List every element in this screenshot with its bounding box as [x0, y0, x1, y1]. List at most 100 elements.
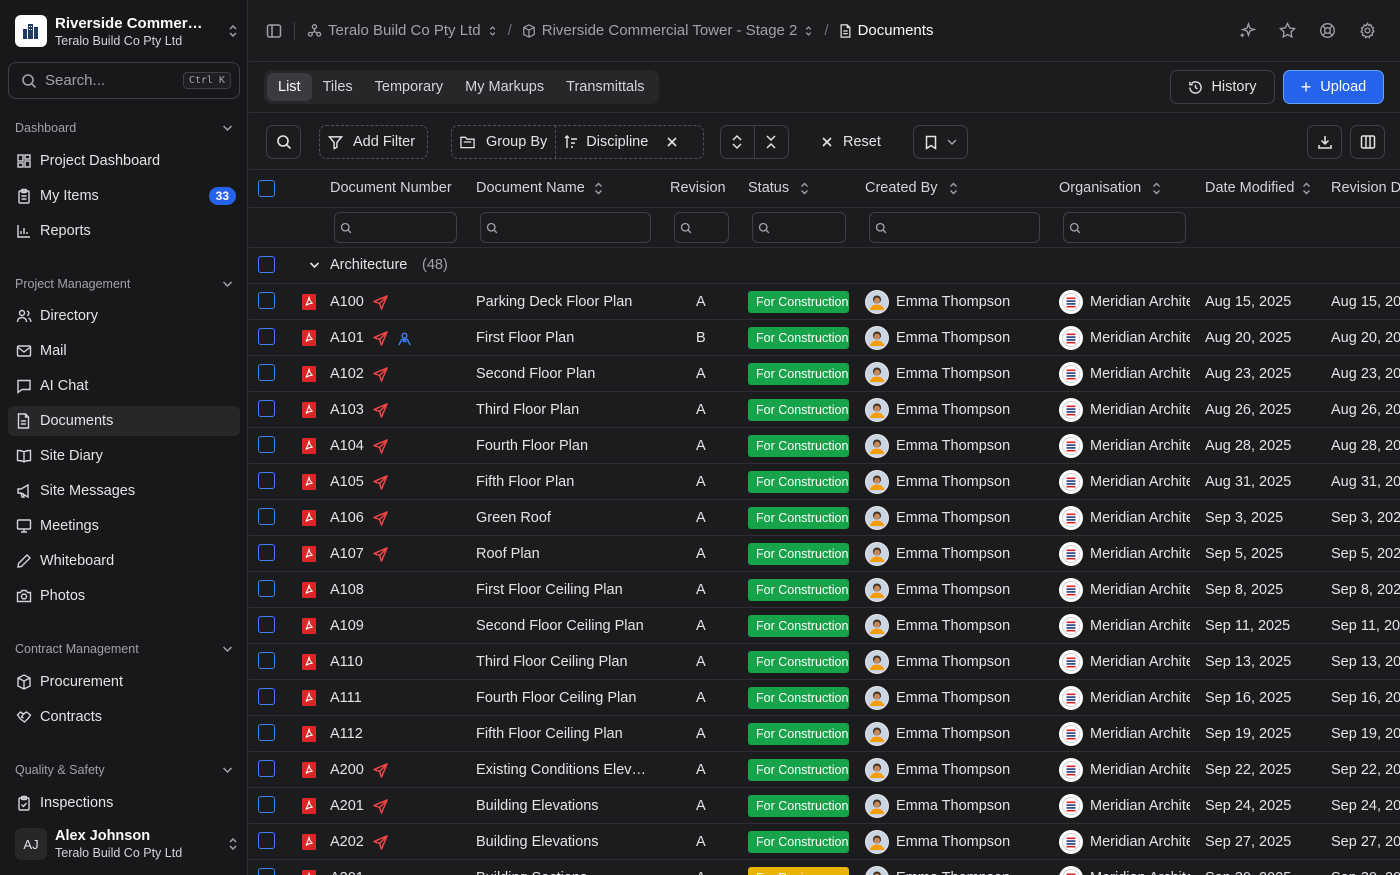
user-menu[interactable]: AJ Alex Johnson Teralo Build Co Pty Ltd [15, 826, 240, 862]
column-header-revision[interactable]: Revision [670, 180, 726, 196]
document-number[interactable]: A101 [330, 330, 364, 346]
row-checkbox[interactable] [258, 832, 275, 849]
history-button[interactable]: History [1170, 70, 1275, 104]
document-name[interactable]: Second Floor Ceiling Plan [476, 608, 644, 644]
chevrons-up-down-icon[interactable] [487, 25, 498, 37]
filter-organisation[interactable] [1063, 212, 1186, 243]
table-row[interactable]: A110 Third Floor Ceiling Plan A For Cons… [249, 644, 1400, 680]
columns-button[interactable] [1350, 125, 1385, 159]
help-icon[interactable] [1319, 22, 1336, 39]
gear-icon[interactable] [1359, 22, 1376, 39]
sidebar-item-mail[interactable]: Mail [8, 336, 240, 366]
column-header-revision-date[interactable]: Revision D [1331, 180, 1400, 196]
table-row[interactable]: A106 Green Roof A For Construction Emma … [249, 500, 1400, 536]
document-name[interactable]: Fifth Floor Ceiling Plan [476, 716, 623, 752]
document-number[interactable]: A105 [330, 474, 364, 490]
assigned-user-icon[interactable] [397, 331, 412, 346]
document-name[interactable]: Building Elevations [476, 788, 599, 824]
filter-created-by[interactable] [869, 212, 1040, 243]
document-number[interactable]: A202 [330, 834, 364, 850]
document-number[interactable]: A201 [330, 798, 364, 814]
document-number[interactable]: A104 [330, 438, 364, 454]
document-name[interactable]: Parking Deck Floor Plan [476, 284, 632, 320]
breadcrumb-project[interactable]: Riverside Commercial Tower - Stage 2 [542, 22, 798, 39]
row-checkbox[interactable] [258, 544, 275, 561]
transmitted-icon[interactable] [373, 546, 388, 562]
group-checkbox[interactable] [258, 256, 275, 273]
table-row[interactable]: A108 First Floor Ceiling Plan A For Cons… [249, 572, 1400, 608]
document-number[interactable]: A301 [330, 870, 364, 875]
expand-all-button[interactable] [721, 126, 755, 158]
table-row[interactable]: A301 Building Sections A For Review Emma… [249, 860, 1400, 875]
document-name[interactable]: Fifth Floor Plan [476, 464, 574, 500]
section-project-management[interactable]: Project Management [15, 277, 233, 291]
column-header-status[interactable]: Status [748, 180, 809, 196]
group-by-button[interactable]: Group By [452, 126, 555, 158]
row-checkbox[interactable] [258, 436, 275, 453]
document-number[interactable]: A112 [330, 726, 363, 742]
sidebar-item-project-dashboard[interactable]: Project Dashboard [8, 146, 240, 176]
document-number[interactable]: A100 [330, 294, 364, 310]
row-checkbox[interactable] [258, 868, 275, 875]
search-input[interactable]: Search... Ctrl K [8, 62, 240, 99]
sidebar-toggle-icon[interactable] [266, 23, 282, 39]
sidebar-item-site-diary[interactable]: Site Diary [8, 441, 240, 471]
document-name[interactable]: Green Roof [476, 500, 551, 536]
close-icon[interactable] [666, 136, 678, 148]
project-switcher[interactable]: Riverside Commer… Teralo Build Co Pty Lt… [15, 14, 240, 48]
download-button[interactable] [1307, 125, 1342, 159]
document-name[interactable]: Third Floor Plan [476, 392, 579, 428]
transmitted-icon[interactable] [373, 294, 388, 310]
section-dashboard[interactable]: Dashboard [15, 121, 233, 135]
row-checkbox[interactable] [258, 328, 275, 345]
row-checkbox[interactable] [258, 364, 275, 381]
transmitted-icon[interactable] [373, 834, 388, 850]
document-number[interactable]: A110 [330, 654, 363, 670]
collapse-all-button[interactable] [755, 126, 789, 158]
row-checkbox[interactable] [258, 688, 275, 705]
sidebar-item-inspections[interactable]: Inspections [8, 788, 240, 818]
document-name[interactable]: Second Floor Plan [476, 356, 595, 392]
row-checkbox[interactable] [258, 724, 275, 741]
column-header-document-name[interactable]: Document Name [476, 180, 603, 196]
sidebar-item-whiteboard[interactable]: Whiteboard [8, 546, 240, 576]
row-checkbox[interactable] [258, 508, 275, 525]
search-button[interactable] [266, 125, 301, 159]
document-name[interactable]: Existing Conditions Elev… [476, 752, 646, 788]
tab-temporary[interactable]: Temporary [364, 73, 455, 101]
table-row[interactable]: A111 Fourth Floor Ceiling Plan A For Con… [249, 680, 1400, 716]
row-checkbox[interactable] [258, 400, 275, 417]
chevrons-up-down-icon[interactable] [803, 25, 814, 37]
document-name[interactable]: First Floor Ceiling Plan [476, 572, 623, 608]
transmitted-icon[interactable] [373, 474, 388, 490]
document-number[interactable]: A200 [330, 762, 364, 778]
chevron-down-icon[interactable] [309, 261, 320, 269]
sidebar-item-meetings[interactable]: Meetings [8, 511, 240, 541]
transmitted-icon[interactable] [373, 510, 388, 526]
transmitted-icon[interactable] [373, 330, 388, 346]
table-row[interactable]: A101 First Floor Plan B For Construction… [249, 320, 1400, 356]
sidebar-item-documents[interactable]: Documents [8, 406, 240, 436]
row-checkbox[interactable] [258, 292, 275, 309]
document-number[interactable]: A106 [330, 510, 364, 526]
document-name[interactable]: Building Sections [476, 860, 587, 875]
sidebar-item-contracts[interactable]: Contracts [8, 702, 240, 732]
table-row[interactable]: A107 Roof Plan A For Construction Emma T… [249, 536, 1400, 572]
filter-document-name[interactable] [480, 212, 651, 243]
sidebar-item-photos[interactable]: Photos [8, 581, 240, 611]
breadcrumb-org[interactable]: Teralo Build Co Pty Ltd [328, 22, 481, 39]
table-row[interactable]: A102 Second Floor Plan A For Constructio… [249, 356, 1400, 392]
row-checkbox[interactable] [258, 580, 275, 597]
tab-transmittals[interactable]: Transmittals [555, 73, 655, 101]
sparkles-icon[interactable] [1239, 22, 1256, 39]
column-header-organisation[interactable]: Organisation [1059, 180, 1161, 196]
row-checkbox[interactable] [258, 652, 275, 669]
document-name[interactable]: Building Elevations [476, 824, 599, 860]
filter-status[interactable] [752, 212, 846, 243]
table-row[interactable]: A200 Existing Conditions Elev… A For Con… [249, 752, 1400, 788]
table-row[interactable]: A104 Fourth Floor Plan A For Constructio… [249, 428, 1400, 464]
tab-my-markups[interactable]: My Markups [454, 73, 555, 101]
document-number[interactable]: A111 [330, 690, 362, 706]
row-checkbox[interactable] [258, 616, 275, 633]
table-row[interactable]: A202 Building Elevations A For Construct… [249, 824, 1400, 860]
